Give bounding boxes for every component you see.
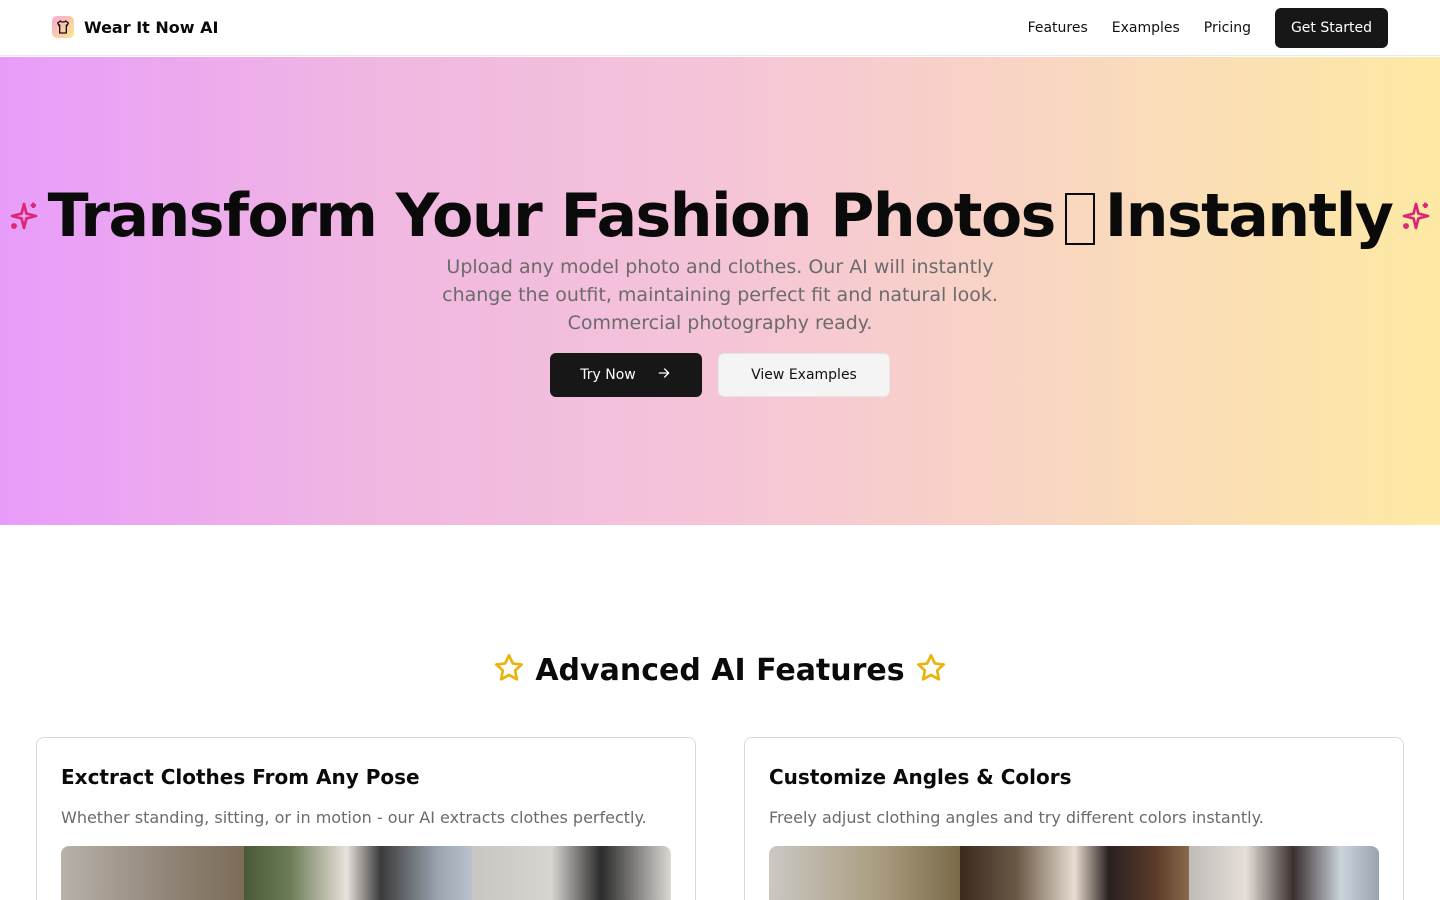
brand[interactable]: Wear It Now AI <box>52 16 218 38</box>
blurred-source-image <box>61 846 244 900</box>
feature-card-description: Freely adjust clothing angles and try di… <box>769 808 1264 827</box>
hero-heading-part1: Transform Your Fashion Photos <box>47 181 1057 251</box>
model-photo <box>244 846 472 900</box>
hero-title-row: Transform Your Fashion Photos Instantly <box>0 181 1440 251</box>
try-now-label: Try Now <box>580 367 636 383</box>
top-navbar: Wear It Now AI Features Examples Pricing… <box>0 0 1440 56</box>
hero-subtitle: Upload any model photo and clothes. Our … <box>442 256 998 334</box>
features-heading-row: Advanced AI Features <box>0 652 1440 688</box>
model-photo <box>472 846 671 900</box>
hero-actions: Try Now View Examples <box>550 353 890 397</box>
sparkles-icon <box>1400 200 1432 232</box>
brand-name: Wear It Now AI <box>84 17 219 37</box>
model-photo <box>1189 846 1379 900</box>
star-icon <box>493 652 525 688</box>
feature-card-image-strip <box>769 846 1379 900</box>
feature-card-customize: Customize Angles & Colors Freely adjust … <box>744 737 1404 900</box>
nav-links: Features Examples Pricing Get Started <box>1028 8 1388 48</box>
features-heading: Advanced AI Features <box>535 652 905 688</box>
view-examples-button[interactable]: View Examples <box>718 353 890 397</box>
shirt-icon <box>52 16 74 38</box>
try-now-button[interactable]: Try Now <box>550 353 702 397</box>
nav-link-examples[interactable]: Examples <box>1112 20 1180 36</box>
star-icon <box>915 652 947 688</box>
feature-card-image-strip <box>61 846 671 900</box>
hero-heading-part2: Instantly <box>1104 181 1394 251</box>
hero-heading: Transform Your Fashion Photos Instantly <box>47 181 1394 251</box>
feature-card-title: Exctract Clothes From Any Pose <box>61 765 420 789</box>
nav-link-pricing[interactable]: Pricing <box>1204 20 1251 36</box>
get-started-button[interactable]: Get Started <box>1275 8 1388 48</box>
sparkles-icon <box>8 200 40 232</box>
feature-card-title: Customize Angles & Colors <box>769 765 1072 789</box>
blurred-source-image <box>769 846 960 900</box>
feature-card-description: Whether standing, sitting, or in motion … <box>61 808 647 827</box>
hero-section: Transform Your Fashion Photos Instantly U… <box>0 57 1440 525</box>
model-photo <box>960 846 1189 900</box>
nav-link-features[interactable]: Features <box>1028 20 1088 36</box>
text-cursor <box>1064 193 1095 246</box>
arrow-right-icon <box>656 365 672 385</box>
feature-card-extract: Exctract Clothes From Any Pose Whether s… <box>36 737 696 900</box>
